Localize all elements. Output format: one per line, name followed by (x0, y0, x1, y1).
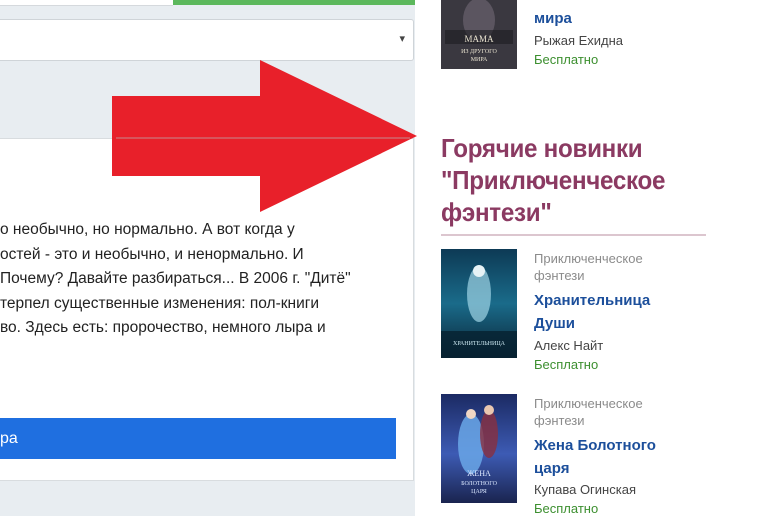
book-title[interactable]: Хранительница Души (534, 289, 650, 335)
sidebar: МАМА ИЗ ДРУГОГО МИРА мира Рыжая Ехидна Б… (415, 0, 783, 516)
book-genre: Приключенческое фэнтези (534, 395, 643, 429)
red-arrow-icon (112, 60, 417, 212)
svg-text:БОЛОТНОГО: БОЛОТНОГО (461, 481, 497, 487)
cover-title: МАМА (464, 34, 494, 44)
section-divider (441, 234, 706, 236)
book-price: Бесплатно (534, 501, 599, 516)
description-line: о необычно, но нормально. А вот когда у (0, 221, 295, 238)
book-title[interactable]: Жена Болотного царя (534, 434, 656, 480)
top-input-strip (0, 0, 173, 6)
title-line[interactable]: Души (534, 315, 575, 332)
svg-text:ХРАНИТЕЛЬНИЦА: ХРАНИТЕЛЬНИЦА (453, 341, 506, 347)
genre-line: фэнтези (534, 268, 585, 283)
book-price: Бесплатно (534, 357, 599, 372)
title-line[interactable]: Жена Болотного (534, 437, 656, 454)
book-cover[interactable]: ХРАНИТЕЛЬНИЦА (441, 249, 517, 358)
title-line[interactable]: Хранительница (534, 292, 650, 309)
book-cover[interactable]: ЖЕНА БОЛОТНОГО ЦАРЯ (441, 394, 517, 503)
book-title[interactable]: мира (534, 7, 572, 30)
book-author[interactable]: Алекс Найт (534, 338, 603, 353)
category-select[interactable]: ▾ (0, 19, 414, 61)
description-line: во. Здесь есть: пророчество, немного лыр… (0, 319, 326, 336)
genre-line: фэнтези (534, 413, 585, 428)
svg-text:МИРА: МИРА (471, 57, 488, 63)
book-cover[interactable]: МАМА ИЗ ДРУГОГО МИРА (441, 0, 517, 69)
book-genre: Приключенческое фэнтези (534, 250, 643, 284)
title-line[interactable]: царя (534, 460, 569, 477)
book-description: о необычно, но нормально. А вот когда у … (0, 218, 400, 341)
svg-text:ИЗ ДРУГОГО: ИЗ ДРУГОГО (461, 49, 497, 55)
description-line: остей - это и необычно, и ненормально. И (0, 245, 304, 263)
green-action-bar[interactable] (173, 0, 415, 5)
section-title: Горячие новинки "Приключенческое фэнтези… (441, 133, 666, 227)
book-price: Бесплатно (534, 52, 599, 67)
description-line: Почему? Давайте разбираться... В 2006 г.… (0, 270, 351, 287)
book-author[interactable]: Купава Огинская (534, 482, 636, 497)
read-button[interactable]: ра (0, 418, 396, 459)
svg-text:ЖЕНА: ЖЕНА (467, 469, 491, 478)
description-line: терпел существенные изменения: пол-книги (0, 294, 320, 312)
svg-text:ЦАРЯ: ЦАРЯ (471, 489, 487, 495)
genre-line: Приключенческое (534, 396, 643, 411)
genre-line: Приключенческое (534, 251, 643, 266)
book-author[interactable]: Рыжая Ехидна (534, 33, 623, 48)
chevron-down-icon: ▾ (399, 33, 405, 45)
